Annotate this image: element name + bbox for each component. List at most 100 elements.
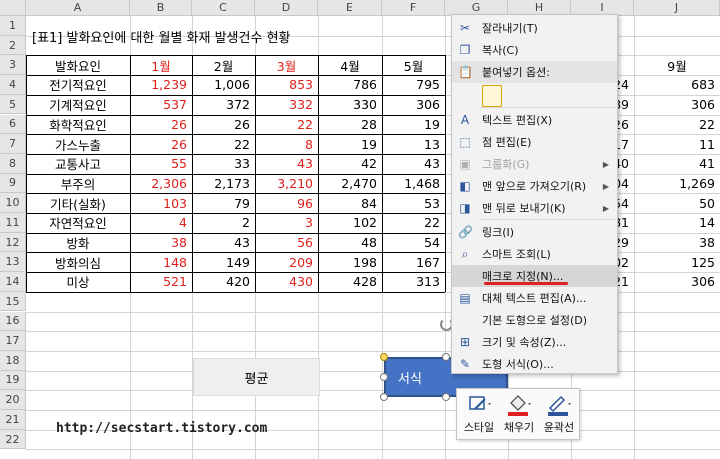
row-header-5[interactable]: 5 [0,94,26,115]
value-cell[interactable]: 306 [382,95,445,115]
value-cell[interactable]: 22 [255,115,318,135]
value-cell[interactable]: 33 [192,154,255,174]
header-cell[interactable]: 발화요인 [26,55,130,75]
menu-item-4[interactable]: ⬚ 점 편집(E) [452,131,617,153]
resize-handle-t[interactable] [442,353,450,361]
style-button[interactable]: 스타일 [459,389,499,441]
value-cell-j[interactable]: 683 [634,75,720,95]
menu-item-2[interactable]: 📋 붙여넣기 옵션: [452,61,617,83]
value-cell[interactable]: 26 [192,115,255,135]
row-header-11[interactable]: 11 [0,213,26,233]
row-header-12[interactable]: 12 [0,232,26,253]
value-cell[interactable]: 1,468 [382,174,445,194]
value-cell[interactable]: 2,173 [192,174,255,194]
value-cell[interactable]: 56 [255,233,318,253]
value-cell[interactable]: 43 [255,154,318,174]
menu-item-1[interactable]: ❐ 복사(C) [452,39,617,61]
value-cell[interactable]: 19 [382,115,445,135]
header-cell[interactable]: 3월 [255,55,318,75]
row-header-4[interactable]: 4 [0,75,26,95]
column-header-J[interactable]: J [634,0,720,16]
header-cell-sep[interactable]: 9월 [634,55,720,75]
column-header-C[interactable]: C [192,0,255,16]
row-header-7[interactable]: 7 [0,134,26,154]
resize-handle-b[interactable] [442,393,450,401]
value-cell[interactable]: 43 [382,154,445,174]
value-cell-j[interactable]: 41 [634,154,720,174]
paste-option-icon[interactable] [482,85,502,107]
row-label-cell[interactable]: 기타(실화) [26,193,130,213]
value-cell-j[interactable]: 306 [634,272,720,292]
column-header-B[interactable]: B [130,0,192,16]
value-cell[interactable]: 2 [192,213,255,233]
row-label-cell[interactable]: 전기적요인 [26,75,130,95]
row-header-18[interactable]: 18 [0,350,26,371]
row-header-16[interactable]: 16 [0,311,26,332]
value-cell[interactable]: 3 [255,213,318,233]
value-cell-j[interactable]: 38 [634,233,720,253]
value-cell[interactable]: 786 [318,75,382,95]
menu-item-12[interactable]: 기본 도형으로 설정(D) [452,309,617,331]
menu-item-3[interactable]: A 텍스트 편집(X) [452,109,617,131]
fill-button[interactable]: 채우기 [499,389,539,441]
select-all-corner[interactable] [0,0,26,16]
value-cell[interactable]: 2,470 [318,174,382,194]
row-header-13[interactable]: 13 [0,252,26,273]
value-cell[interactable]: 28 [318,115,382,135]
value-cell[interactable]: 103 [130,193,192,213]
header-cell[interactable]: 2월 [192,55,255,75]
column-header-A[interactable]: A [26,0,130,16]
value-cell[interactable]: 853 [255,75,318,95]
value-cell[interactable]: 537 [130,95,192,115]
value-cell[interactable]: 42 [318,154,382,174]
value-cell-j[interactable]: 14 [634,213,720,233]
row-label-cell[interactable]: 자연적요인 [26,213,130,233]
value-cell[interactable]: 43 [192,233,255,253]
value-cell[interactable]: 313 [382,272,445,292]
row-header-22[interactable]: 22 [0,429,26,450]
row-header-3[interactable]: 3 [0,55,26,76]
row-label-cell[interactable]: 가스누출 [26,134,130,154]
value-cell[interactable]: 4 [130,213,192,233]
value-cell-j[interactable]: 306 [634,95,720,115]
column-header-D[interactable]: D [255,0,318,16]
header-cell[interactable]: 5월 [382,55,445,75]
context-menu[interactable]: ✂ 잘라내기(T) ❐ 복사(C) 📋 붙여넣기 옵션: A 텍스트 편집(X) ⬚ 점 편집(E… [451,14,618,374]
value-cell[interactable]: 148 [130,252,192,272]
menu-item-13[interactable]: ⊞ 크기 및 속성(Z)... [452,331,617,353]
value-cell[interactable]: 2,306 [130,174,192,194]
value-cell[interactable]: 22 [382,213,445,233]
value-cell[interactable]: 209 [255,252,318,272]
row-header-17[interactable]: 17 [0,331,26,351]
value-cell[interactable]: 38 [130,233,192,253]
row-label-cell[interactable]: 미상 [26,272,130,292]
menu-item-8[interactable]: 🔗 링크(I) [452,221,617,243]
value-cell[interactable]: 372 [192,95,255,115]
row-label-cell[interactable]: 화학적요인 [26,115,130,135]
menu-item-7[interactable]: ◨ 맨 뒤로 보내기(K) ▶ [452,197,617,219]
value-cell[interactable]: 26 [130,115,192,135]
average-button[interactable]: 평균 [193,358,320,396]
value-cell[interactable]: 795 [382,75,445,95]
row-label-cell[interactable]: 기계적요인 [26,95,130,115]
value-cell[interactable]: 3,210 [255,174,318,194]
row-label-cell[interactable]: 방화 [26,233,130,253]
row-header-10[interactable]: 10 [0,193,26,213]
menu-item-14[interactable]: ✎ 도형 서식(O)... [452,353,617,375]
value-cell[interactable]: 53 [382,193,445,213]
outline-button[interactable]: 윤곽선 [539,389,579,441]
column-header-F[interactable]: F [382,0,445,16]
value-cell[interactable]: 13 [382,134,445,154]
value-cell[interactable]: 521 [130,272,192,292]
row-header-19[interactable]: 19 [0,370,26,391]
column-header-E[interactable]: E [318,0,382,16]
value-cell[interactable]: 420 [192,272,255,292]
value-cell[interactable]: 96 [255,193,318,213]
resize-handle-bl[interactable] [380,393,388,401]
value-cell[interactable]: 430 [255,272,318,292]
row-label-cell[interactable]: 방화의심 [26,252,130,272]
row-header-14[interactable]: 14 [0,272,26,292]
value-cell-j[interactable]: 50 [634,193,720,213]
menu-item-5[interactable]: ▣ 그룹화(G) ▶ [452,153,617,175]
mini-toolbar[interactable]: 스타일 채우기 윤곽선 [456,388,580,440]
